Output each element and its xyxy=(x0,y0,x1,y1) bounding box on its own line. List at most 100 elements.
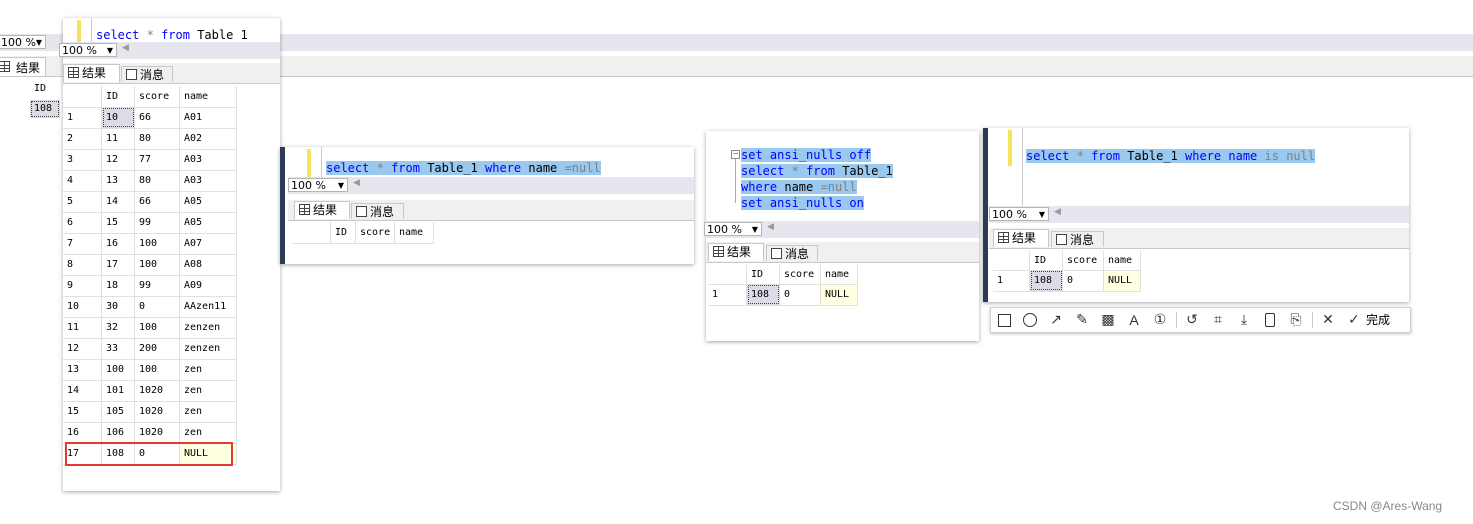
cell-name[interactable]: AAzen11 xyxy=(179,296,237,318)
cell-id[interactable]: 12 xyxy=(101,149,135,171)
column-header[interactable]: name xyxy=(1103,251,1141,271)
cell-name[interactable]: A08 xyxy=(179,254,237,276)
cell-score[interactable]: 99 xyxy=(134,212,180,234)
cell-score[interactable]: 99 xyxy=(134,275,180,297)
cell-score[interactable]: 66 xyxy=(134,191,180,213)
arrow-icon[interactable]: ↗ xyxy=(1048,312,1064,328)
background-zoom-select[interactable]: 100 % ▼ xyxy=(0,35,46,49)
bookmark-icon[interactable]: ⎘ xyxy=(1288,312,1304,328)
table-row[interactable]: 7 16 100 A07 xyxy=(63,233,237,255)
tab-results[interactable]: 结果 xyxy=(294,201,350,219)
cell-name[interactable]: zen xyxy=(179,422,237,444)
cell-score[interactable]: 80 xyxy=(134,170,180,192)
ellipse-icon[interactable] xyxy=(1022,312,1038,328)
table-row[interactable]: 1 108 0 NULL xyxy=(708,284,858,306)
done-button[interactable]: 完成 xyxy=(1366,312,1390,328)
zoom-select[interactable]: 100 % ▼ xyxy=(59,43,117,57)
column-header[interactable]: score xyxy=(779,265,821,285)
cell-id[interactable]: 11 xyxy=(101,128,135,150)
zoom-select[interactable]: 100 % ▼ xyxy=(288,178,348,192)
cell-id[interactable]: 101 xyxy=(101,380,135,402)
table-row[interactable]: 2 11 80 A02 xyxy=(63,128,237,150)
tab-results[interactable]: 结果 xyxy=(993,229,1049,247)
undo-icon[interactable]: ↺ xyxy=(1184,312,1200,328)
table-row[interactable]: 6 15 99 A05 xyxy=(63,212,237,234)
pin-icon[interactable]: ⌗ xyxy=(1210,312,1226,328)
table-row[interactable]: 11 32 100 zenzen xyxy=(63,317,237,339)
cell-name[interactable]: A03 xyxy=(179,170,237,192)
mosaic-icon[interactable]: ▩ xyxy=(1100,312,1116,328)
download-icon[interactable]: ⤓ xyxy=(1236,312,1252,328)
cell-name[interactable]: zenzen xyxy=(179,317,237,339)
cell-score[interactable]: 66 xyxy=(134,107,180,129)
tab-results[interactable]: 结果 xyxy=(63,64,120,82)
cell-score[interactable]: 100 xyxy=(134,317,180,339)
column-header[interactable]: score xyxy=(1062,251,1104,271)
table-row[interactable]: 13 100 100 zen xyxy=(63,359,237,381)
cell-score[interactable]: 100 xyxy=(134,359,180,381)
tab-messages[interactable]: 消息 xyxy=(1051,231,1104,247)
cell-name-null[interactable]: NULL xyxy=(820,284,858,306)
cell-id[interactable]: 10 xyxy=(101,107,135,129)
scroll-left-icon[interactable]: ◀ xyxy=(122,43,129,53)
cell-score[interactable]: 0 xyxy=(134,296,180,318)
table-row[interactable]: 10 30 0 AAzen11 xyxy=(63,296,237,318)
sql-editor-line[interactable]: select * from Table 1 xyxy=(96,28,248,42)
column-header[interactable]: name xyxy=(179,86,237,108)
check-icon[interactable]: ✓ xyxy=(1346,312,1362,328)
column-header[interactable]: ID xyxy=(330,222,356,244)
cell-name[interactable]: A05 xyxy=(179,191,237,213)
cell-name[interactable]: A05 xyxy=(179,212,237,234)
table-row[interactable]: 9 18 99 A09 xyxy=(63,275,237,297)
cell-name[interactable]: zen xyxy=(179,380,237,402)
cell-name-null[interactable]: NULL xyxy=(1103,270,1141,292)
cell-id[interactable]: 100 xyxy=(101,359,135,381)
rectangle-icon[interactable] xyxy=(996,312,1012,328)
cell-id[interactable]: 108 xyxy=(746,284,780,306)
table-row[interactable]: 1 10 66 A01 xyxy=(63,107,237,129)
collapse-outline-icon[interactable]: − xyxy=(731,150,740,159)
table-row[interactable]: 12 33 200 zenzen xyxy=(63,338,237,360)
cell-score[interactable]: 80 xyxy=(134,128,180,150)
save-icon[interactable] xyxy=(1262,312,1278,328)
column-header[interactable]: ID xyxy=(101,86,135,108)
cell-id[interactable]: 30 xyxy=(101,296,135,318)
cell-name[interactable]: A03 xyxy=(179,149,237,171)
zoom-select[interactable]: 100 % ▼ xyxy=(989,207,1049,221)
cell-id[interactable]: 14 xyxy=(101,191,135,213)
table-row[interactable]: 5 14 66 A05 xyxy=(63,191,237,213)
tab-results[interactable]: 结果 xyxy=(708,243,764,261)
column-header[interactable]: score xyxy=(355,222,395,244)
table-row[interactable]: 4 13 80 A03 xyxy=(63,170,237,192)
table-row[interactable]: 1 108 0 NULL xyxy=(993,270,1141,292)
cell-name[interactable]: A09 xyxy=(179,275,237,297)
cell-id[interactable]: 108 xyxy=(1029,270,1063,292)
cell-name[interactable]: A01 xyxy=(179,107,237,129)
table-row[interactable]: 3 12 77 A03 xyxy=(63,149,237,171)
sql-editor-line[interactable]: select * from Table_1 where name =null xyxy=(326,161,601,175)
scroll-left-icon[interactable]: ◀ xyxy=(353,178,360,188)
scroll-left-icon[interactable]: ◀ xyxy=(767,222,774,232)
table-row[interactable]: 8 17 100 A08 xyxy=(63,254,237,276)
cell-id[interactable]: 32 xyxy=(101,317,135,339)
cell-score[interactable]: 1020 xyxy=(134,380,180,402)
cell-id[interactable]: 16 xyxy=(101,233,135,255)
sql-editor-line[interactable]: select * from Table_1 where name is null xyxy=(1026,149,1316,163)
column-header[interactable]: score xyxy=(134,86,180,108)
cell-id[interactable]: 106 xyxy=(101,422,135,444)
cell-id[interactable]: 18 xyxy=(101,275,135,297)
cell-name[interactable]: A07 xyxy=(179,233,237,255)
cell-id[interactable]: 15 xyxy=(101,212,135,234)
cell-id[interactable]: 105 xyxy=(101,401,135,423)
cell-score[interactable]: 0 xyxy=(779,284,821,306)
text-icon[interactable]: A xyxy=(1126,312,1142,328)
column-header[interactable]: ID xyxy=(746,265,780,285)
cell-id[interactable]: 13 xyxy=(101,170,135,192)
tab-messages[interactable]: 消息 xyxy=(351,203,404,219)
column-header[interactable]: ID xyxy=(1029,251,1063,271)
cell-name[interactable]: zen xyxy=(179,359,237,381)
zoom-select[interactable]: 100 % ▼ xyxy=(704,222,762,236)
cell-name[interactable]: zenzen xyxy=(179,338,237,360)
pencil-icon[interactable]: ✎ xyxy=(1074,312,1090,328)
close-icon[interactable]: ✕ xyxy=(1320,312,1336,328)
